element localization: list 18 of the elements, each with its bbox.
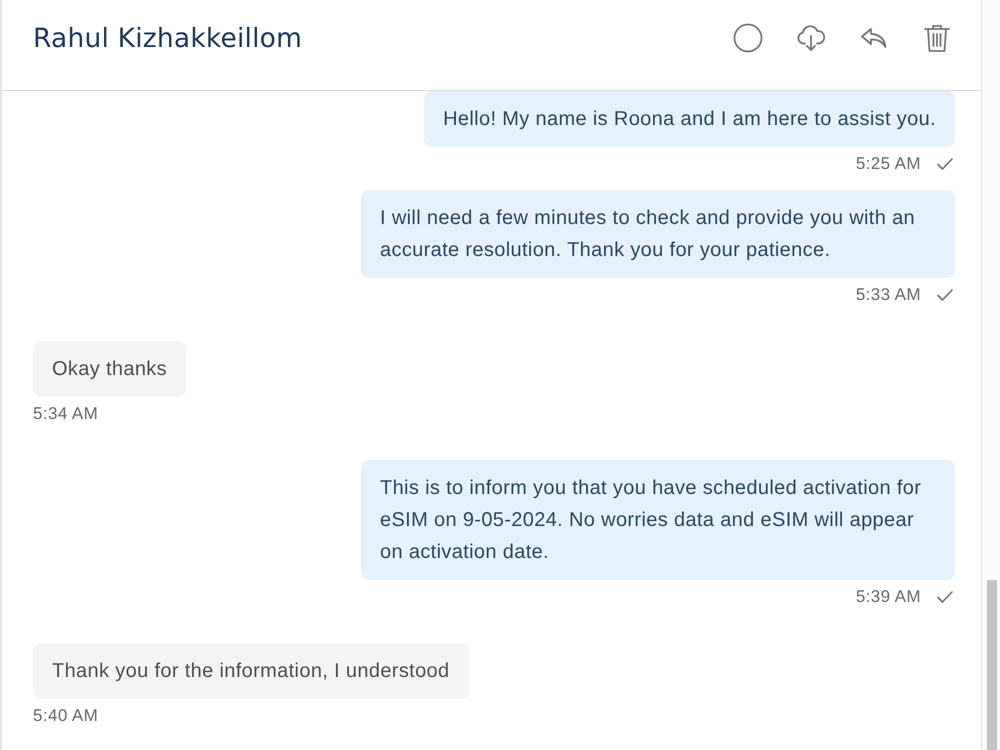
sent-message: Hello! My name is Roona and I am here to assist you. bbox=[424, 91, 955, 147]
message-time: 5:34 AM bbox=[33, 404, 98, 424]
trash-icon[interactable] bbox=[922, 23, 952, 53]
received-message: Okay thanks bbox=[33, 341, 186, 397]
contact-name: Rahul Kizhakkeillom bbox=[33, 22, 302, 54]
message-time: 5:25 AM bbox=[856, 154, 921, 174]
sent-message: This is to inform you that you have scheduled activation for eSIM on 9-05-2024. No worries data and eSIM will appear on activation date. bbox=[361, 460, 955, 580]
check-icon bbox=[937, 591, 953, 603]
message-time: 5:39 AM bbox=[856, 587, 921, 607]
scrollbar-thumb[interactable] bbox=[987, 580, 997, 750]
message-time: 5:40 AM bbox=[33, 706, 98, 726]
received-message: Thank you for the information, I understood bbox=[33, 643, 468, 699]
circle-icon[interactable] bbox=[733, 23, 763, 53]
cloud-download-icon[interactable] bbox=[796, 23, 826, 53]
check-icon bbox=[937, 289, 953, 301]
check-icon bbox=[937, 158, 953, 170]
message-time: 5:33 AM bbox=[856, 285, 921, 305]
sent-message: I will need a few minutes to check and provide you with an accurate resolution. Thank you for your patience. bbox=[361, 190, 955, 278]
